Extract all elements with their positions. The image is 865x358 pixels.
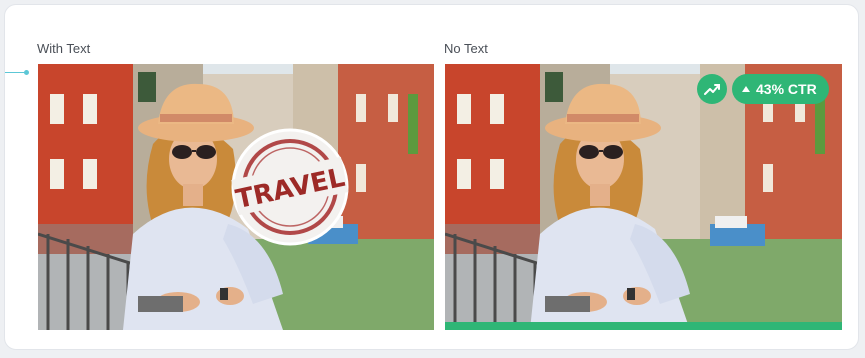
photo-with-text[interactable]: TRAVEL [38,64,434,330]
trending-up-icon [704,84,720,95]
performance-bar [445,322,842,330]
panel-label-no-text: No Text [444,41,488,56]
caret-up-icon [742,86,750,92]
photo-with-text-art: TRAVEL [38,64,434,330]
connector-line [5,70,29,75]
panel-label-with-text: With Text [37,41,91,56]
trend-button[interactable] [697,74,727,104]
comparison-card: With Text TRAVEL No Text 43% CTR [4,4,859,350]
ctr-badge: 43% CTR [732,74,829,104]
photo-no-text[interactable]: 43% CTR [445,64,842,330]
ctr-value: 43% CTR [756,81,817,97]
